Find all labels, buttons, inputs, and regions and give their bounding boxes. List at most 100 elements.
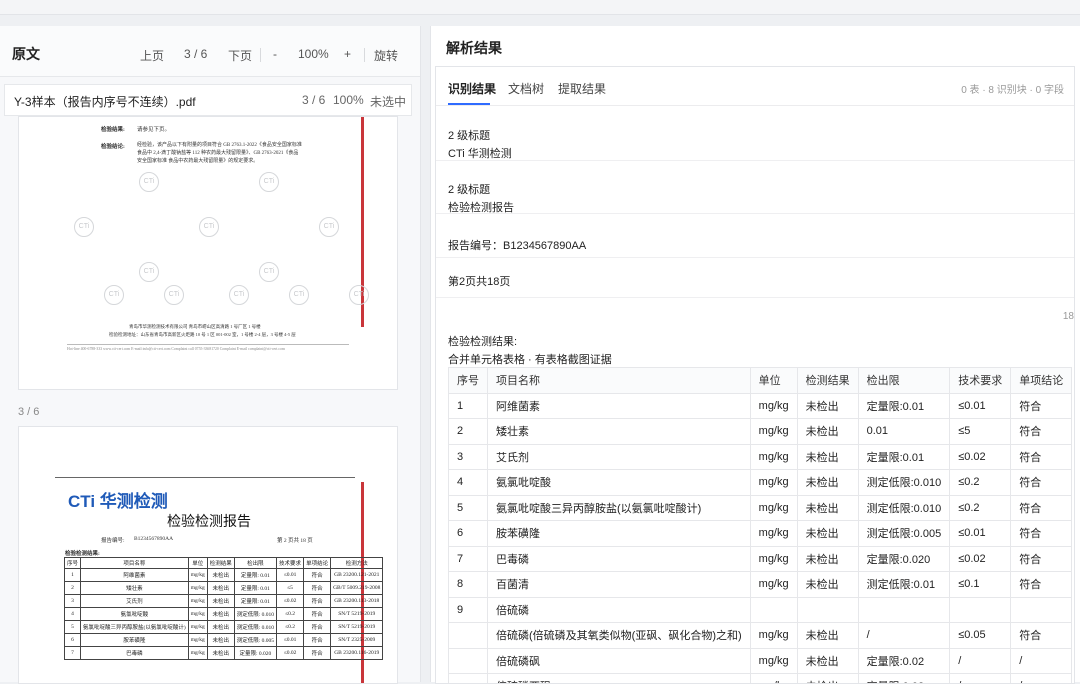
column-header: 检测方法: [331, 558, 383, 569]
mini-table-cell: 测定低限: 0.010: [234, 608, 276, 621]
table-row: 倍硫磷砜mg/kg未检出定量限:0.02//: [449, 648, 1072, 674]
mini-table-cell: 符合: [304, 582, 331, 595]
table-cell: ≤0.2: [950, 470, 1011, 496]
recognition-block[interactable]: 2 级标题 检验检测报告: [436, 160, 1074, 214]
footer-rule: [67, 344, 349, 345]
conclusion-text: 请参见下页。: [137, 125, 170, 133]
table-cell: 9: [449, 597, 488, 623]
table-row: 3艾氏剂mg/kg未检出定量限: 0.01≤0.02符合GB 23200.113…: [65, 595, 383, 608]
mini-table-cell: 定量限: 0.01: [234, 569, 276, 582]
prev-page-button[interactable]: 上页: [140, 47, 164, 64]
table-cell: 胺苯磺隆: [488, 521, 751, 547]
watermark-icon: CTi: [319, 217, 339, 237]
column-header: 单位: [188, 558, 207, 569]
results-title: 检验检测结果:: [448, 333, 517, 349]
table-row: 5氨氯吡啶酸三异丙醇胺盐(以氨氯吡啶酸计)mg/kg未检出测定低限:0.010≤…: [449, 495, 1072, 521]
table-cell: 定量限:0.02: [858, 648, 950, 674]
mini-table-cell: 矮壮素: [81, 582, 189, 595]
mini-table-cell: mg/kg: [188, 582, 207, 595]
zoom-out-button[interactable]: -: [273, 47, 277, 61]
report-no-label: 报告编号:: [101, 536, 125, 544]
mini-table-cell: GB 23200.121-2021: [331, 569, 383, 582]
table-cell: ≤0.02: [950, 546, 1011, 572]
rotate-button[interactable]: 旋转: [374, 47, 398, 64]
mini-table-cell: GB 23200.113-2018: [331, 595, 383, 608]
tab-recognition[interactable]: 识别结果: [448, 80, 496, 97]
mini-table-cell: 7: [65, 647, 81, 660]
results-table: 序号项目名称单位检测结果检出限技术要求单项结论1阿维菌素mg/kg未检出定量限:…: [448, 367, 1072, 684]
mini-table-cell: 未检出: [207, 582, 234, 595]
footer-address: 检验检测地址：山东省青岛市高新区火炬路 10 号 1 区 001-002 室，1…: [109, 332, 296, 338]
table-cell: 测定低限:0.010: [858, 470, 950, 496]
file-name: Y-3样本（报告内序号不连续）.pdf: [14, 93, 196, 110]
table-cell: 未检出: [797, 444, 858, 470]
mini-table-cell: ≤0.01: [277, 634, 304, 647]
summary-line: 食品中 2,4-滴丁酸钠盐等 112 种农药最大残留限量》、GB 2763-20…: [137, 150, 352, 158]
table-cell: [858, 597, 950, 623]
mini-table-cell: 测定低限: 0.010: [234, 621, 276, 634]
table-cell: /: [950, 674, 1011, 684]
table-cell: 矮壮素: [488, 419, 751, 445]
recognition-block[interactable]: 2 级标题 CTi 华测检测: [436, 105, 1074, 161]
table-cell: [750, 597, 797, 623]
results-label: 检验检测结果:: [65, 549, 100, 557]
table-cell: mg/kg: [750, 648, 797, 674]
table-cell: 符合: [1011, 419, 1072, 445]
mini-table-cell: 4: [65, 608, 81, 621]
table-cell: mg/kg: [750, 419, 797, 445]
table-cell: /: [1011, 674, 1072, 684]
table-cell: 艾氏剂: [488, 444, 751, 470]
table-cell: 未检出: [797, 674, 858, 684]
table-cell: [449, 648, 488, 674]
mini-table-cell: SN/T 5219-2019: [331, 608, 383, 621]
table-cell: 8: [449, 572, 488, 598]
table-cell: [449, 674, 488, 684]
table-row: 1阿维菌素mg/kg未检出定量限:0.01≤0.01符合: [449, 393, 1072, 419]
page-indicator: 3 / 6: [184, 47, 207, 61]
result-stats: 0 表 · 8 识别块 · 0 字段: [961, 81, 1064, 96]
page-thumbnail-2[interactable]: 检验结果: 请参见下页。 检验结论: 经检验，该产品以下有附量的项目符合 GB …: [18, 116, 398, 390]
mini-table-cell: mg/kg: [188, 621, 207, 634]
mini-table-cell: 1: [65, 569, 81, 582]
header-rule: [55, 477, 355, 478]
table-row: 7巴毒磷mg/kg未检出定量限: 0.020≤0.02符合GB 23200.11…: [65, 647, 383, 660]
mini-table-cell: 氨氯吡啶酸三异丙醇胺盐(以氨氯吡啶酸计): [81, 621, 189, 634]
table-row: 3艾氏剂mg/kg未检出定量限:0.01≤0.02符合: [449, 444, 1072, 470]
mini-table-cell: 未检出: [207, 634, 234, 647]
mini-table-cell: 未检出: [207, 569, 234, 582]
next-page-button[interactable]: 下页: [228, 47, 252, 64]
table-cell: /: [858, 623, 950, 649]
watermark-icon: CTi: [289, 285, 309, 305]
watermark-icon: CTi: [349, 285, 369, 305]
table-cell: 倍硫磷(倍硫磷及其氧类似物(亚砜、砜化合物)之和): [488, 623, 751, 649]
tab-document-tree[interactable]: 文档树: [508, 80, 544, 97]
zoom-level: 100%: [298, 47, 329, 61]
table-cell: ≤0.02: [950, 444, 1011, 470]
table-cell: 未检出: [797, 419, 858, 445]
table-cell: 定量限:0.01: [858, 393, 950, 419]
table-cell: 符合: [1011, 393, 1072, 419]
table-cell: [950, 597, 1011, 623]
file-zoom: 100%: [333, 93, 364, 107]
table-cell: 测定低限:0.01: [858, 572, 950, 598]
recognition-block[interactable]: 第2页共18页: [436, 257, 1074, 298]
column-header: 技术要求: [277, 558, 304, 569]
table-cell: 定量限:0.01: [858, 444, 950, 470]
table-cell: mg/kg: [750, 674, 797, 684]
column-header: 单位: [750, 368, 797, 394]
mini-table-cell: 符合: [304, 621, 331, 634]
recognition-block[interactable]: 报告编号：B1234567890AA: [436, 213, 1074, 258]
zoom-in-button[interactable]: +: [344, 47, 351, 61]
mini-table-cell: 符合: [304, 634, 331, 647]
table-row: 6胺苯磺隆mg/kg未检出测定低限:0.005≤0.01符合: [449, 521, 1072, 547]
tab-extraction[interactable]: 提取结果: [558, 80, 606, 97]
file-info-bar: Y-3样本（报告内序号不连续）.pdf 3 / 6 100% 未选中: [4, 84, 412, 116]
mini-table-cell: SN/T 5219-2019: [331, 621, 383, 634]
watermark-icon: CTi: [199, 217, 219, 237]
block-level: 2 级标题: [448, 181, 490, 197]
table-cell: 未检出: [797, 470, 858, 496]
mini-table-cell: ≤0.02: [277, 595, 304, 608]
page-info: 第 2 页共 18 页: [277, 536, 313, 544]
table-cell: 氨氯吡啶酸三异丙醇胺盐(以氨氯吡啶酸计): [488, 495, 751, 521]
result-header: 解析结果: [431, 26, 1080, 66]
